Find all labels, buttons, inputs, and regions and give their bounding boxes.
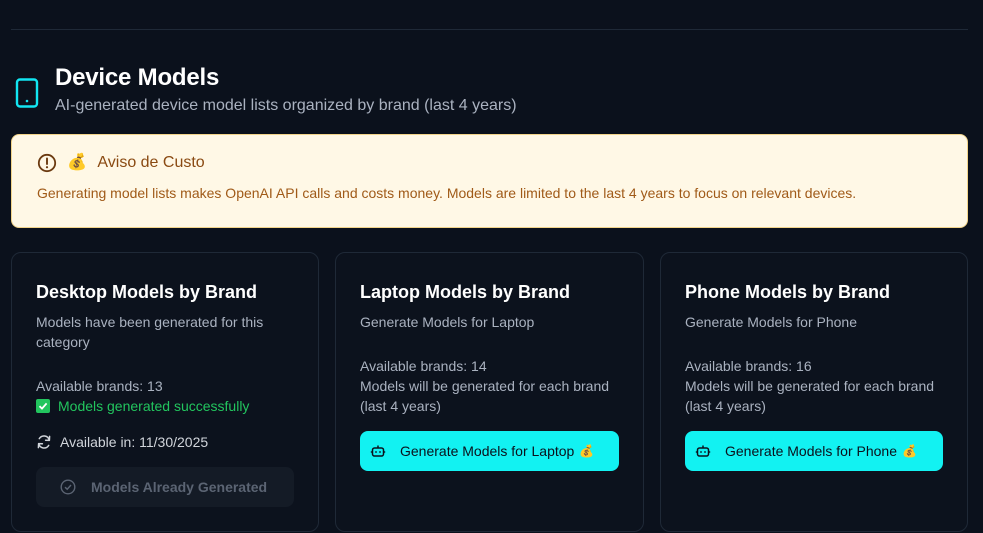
top-divider bbox=[11, 29, 968, 30]
available-brands: Available brands: 16 bbox=[685, 358, 812, 374]
card-description: Models have been generated for this cate… bbox=[36, 314, 264, 350]
header-text: Device Models AI-generated device model … bbox=[55, 64, 517, 116]
desktop-models-card: Desktop Models by Brand Models have been… bbox=[11, 252, 319, 532]
bot-icon bbox=[695, 443, 711, 459]
page-subtitle: AI-generated device model lists organize… bbox=[55, 97, 517, 114]
card-title: Laptop Models by Brand bbox=[360, 282, 571, 302]
models-already-generated-button[interactable]: Models Already Generated bbox=[36, 467, 294, 507]
check-circle-icon bbox=[60, 479, 76, 495]
button-label: Generate Models for Laptop bbox=[400, 443, 575, 459]
status-success-text: Models generated successfully bbox=[58, 398, 250, 414]
button-label: Models Already Generated bbox=[91, 479, 268, 495]
cost-warning-header: 💰 Aviso de Custo bbox=[37, 153, 205, 173]
page-header: Device Models AI-generated device model … bbox=[14, 64, 517, 116]
available-brands: Available brands: 13 bbox=[36, 378, 163, 394]
card-title: Phone Models by Brand bbox=[685, 282, 891, 302]
cost-warning-title: 💰 Aviso de Custo bbox=[67, 153, 205, 173]
generate-phone-models-button[interactable]: Generate Models for Phone 💰 bbox=[685, 431, 943, 471]
phone-icon bbox=[14, 74, 40, 112]
generation-note: Models will be generated for each brand … bbox=[360, 378, 610, 414]
generation-note: Models will be generated for each brand … bbox=[685, 378, 935, 414]
check-mark-icon bbox=[36, 399, 50, 413]
money-bag-icon: 💰 bbox=[579, 444, 595, 458]
bot-icon bbox=[370, 443, 386, 459]
phone-models-card: Phone Models by Brand Generate Models fo… bbox=[660, 252, 968, 532]
available-in-text: Available in: 11/30/2025 bbox=[60, 434, 209, 450]
card-description: Generate Models for Phone bbox=[685, 314, 857, 330]
button-label: Generate Models for Phone bbox=[725, 443, 897, 459]
money-bag-icon: 💰 bbox=[902, 444, 917, 458]
cost-warning-title-text: Aviso de Custo bbox=[97, 154, 205, 171]
card-title: Desktop Models by Brand bbox=[36, 282, 258, 302]
available-brands: Available brands: 14 bbox=[360, 358, 487, 374]
available-in: Available in: 11/30/2025 bbox=[36, 432, 294, 452]
laptop-models-card: Laptop Models by Brand Generate Models f… bbox=[335, 252, 644, 532]
status-success: Models generated successfully bbox=[36, 396, 294, 416]
device-models-page: Device Models AI-generated device model … bbox=[0, 0, 983, 533]
generate-laptop-models-button[interactable]: Generate Models for Laptop 💰 bbox=[360, 431, 619, 471]
cost-warning: 💰 Aviso de Custo Generating model lists … bbox=[11, 134, 968, 228]
alert-circle-icon bbox=[37, 153, 57, 173]
refresh-icon bbox=[36, 434, 52, 450]
money-bag-icon: 💰 bbox=[67, 154, 87, 171]
page-title: Device Models bbox=[55, 64, 220, 91]
card-description: Generate Models for Laptop bbox=[360, 314, 535, 330]
cost-warning-body: Generating model lists makes OpenAI API … bbox=[37, 185, 857, 201]
